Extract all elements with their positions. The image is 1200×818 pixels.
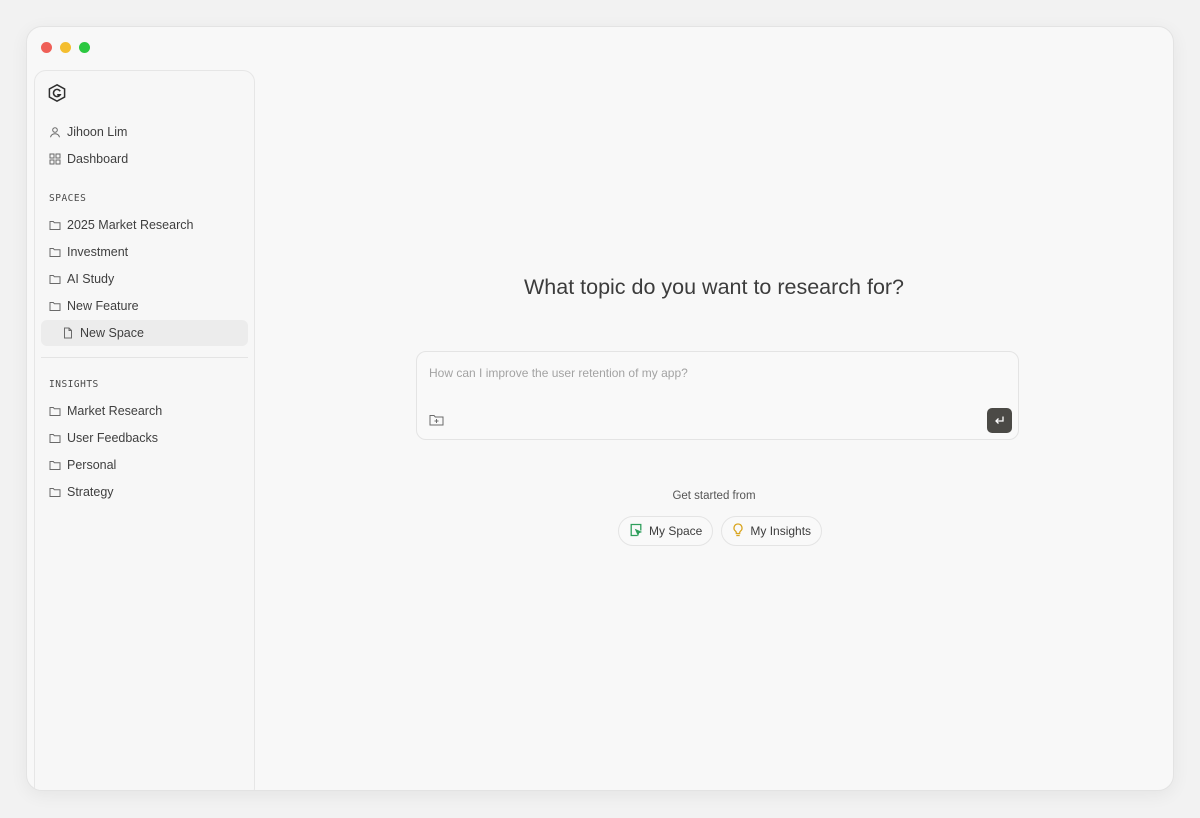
sidebar-item-label: Personal: [67, 458, 117, 472]
research-query-input[interactable]: [429, 366, 989, 380]
my-insights-button[interactable]: My Insights: [721, 516, 823, 546]
chip-label: My Space: [649, 524, 703, 538]
insights-section-title: INSIGHTS: [49, 379, 99, 390]
add-folder-icon[interactable]: [429, 413, 444, 427]
folder-icon: [49, 219, 61, 231]
folder-icon: [49, 246, 61, 258]
sidebar-item-label: 2025 Market Research: [67, 218, 194, 232]
window-controls: [41, 42, 90, 53]
sidebar-item-insight[interactable]: Strategy: [41, 479, 248, 505]
lightbulb-icon: [732, 522, 744, 540]
sidebar-item-insight[interactable]: Personal: [41, 452, 248, 478]
sidebar-item-label: Jihoon Lim: [67, 125, 128, 139]
sidebar-item-new-space[interactable]: New Space: [41, 320, 248, 346]
my-space-button[interactable]: My Space: [618, 516, 714, 546]
sidebar-item-label: New Feature: [67, 299, 139, 313]
app-window: Jihoon Lim Dashboard SPACES 2025 Market …: [26, 26, 1174, 791]
sidebar-item-label: User Feedbacks: [67, 431, 159, 445]
spaces-section-title: SPACES: [49, 193, 87, 204]
dashboard-icon: [49, 153, 61, 165]
enter-icon: [995, 416, 1004, 424]
sidebar-item-label: Strategy: [67, 485, 114, 499]
maximize-window-button[interactable]: [79, 42, 90, 53]
sidebar-item-insight[interactable]: User Feedbacks: [41, 425, 248, 451]
sidebar-item-user[interactable]: Jihoon Lim: [41, 119, 248, 145]
folder-icon: [49, 273, 61, 285]
folder-icon: [49, 459, 61, 471]
sidebar-item-label: Dashboard: [67, 152, 129, 166]
get-started-options: My Space My Insights: [618, 516, 823, 546]
sidebar-divider: [41, 357, 248, 358]
research-composer: [416, 351, 1019, 440]
sidebar-item-dashboard[interactable]: Dashboard: [41, 146, 248, 172]
folder-icon: [49, 300, 61, 312]
sidebar: Jihoon Lim Dashboard SPACES 2025 Market …: [34, 70, 255, 790]
app-logo-icon[interactable]: [47, 83, 67, 103]
submit-button[interactable]: [987, 408, 1012, 433]
sidebar-item-label: Investment: [67, 245, 129, 259]
folder-icon: [49, 486, 61, 498]
minimize-window-button[interactable]: [60, 42, 71, 53]
sidebar-item-space[interactable]: Investment: [41, 239, 248, 265]
folder-icon: [49, 405, 61, 417]
sidebar-item-label: Market Research: [67, 404, 163, 418]
user-icon: [49, 126, 61, 138]
file-icon: [62, 327, 74, 339]
sidebar-item-insight[interactable]: Market Research: [41, 398, 248, 424]
sidebar-item-label: New Space: [80, 326, 144, 340]
close-window-button[interactable]: [41, 42, 52, 53]
chip-label: My Insights: [750, 524, 812, 538]
my-space-icon: [629, 523, 643, 540]
sidebar-item-space[interactable]: AI Study: [41, 266, 248, 292]
sidebar-item-space[interactable]: New Feature: [41, 293, 248, 319]
sidebar-item-space[interactable]: 2025 Market Research: [41, 212, 248, 238]
page-title: What topic do you want to research for?: [523, 275, 905, 299]
folder-icon: [49, 432, 61, 444]
sidebar-item-label: AI Study: [67, 272, 115, 286]
get-started-label: Get started from: [672, 490, 756, 502]
